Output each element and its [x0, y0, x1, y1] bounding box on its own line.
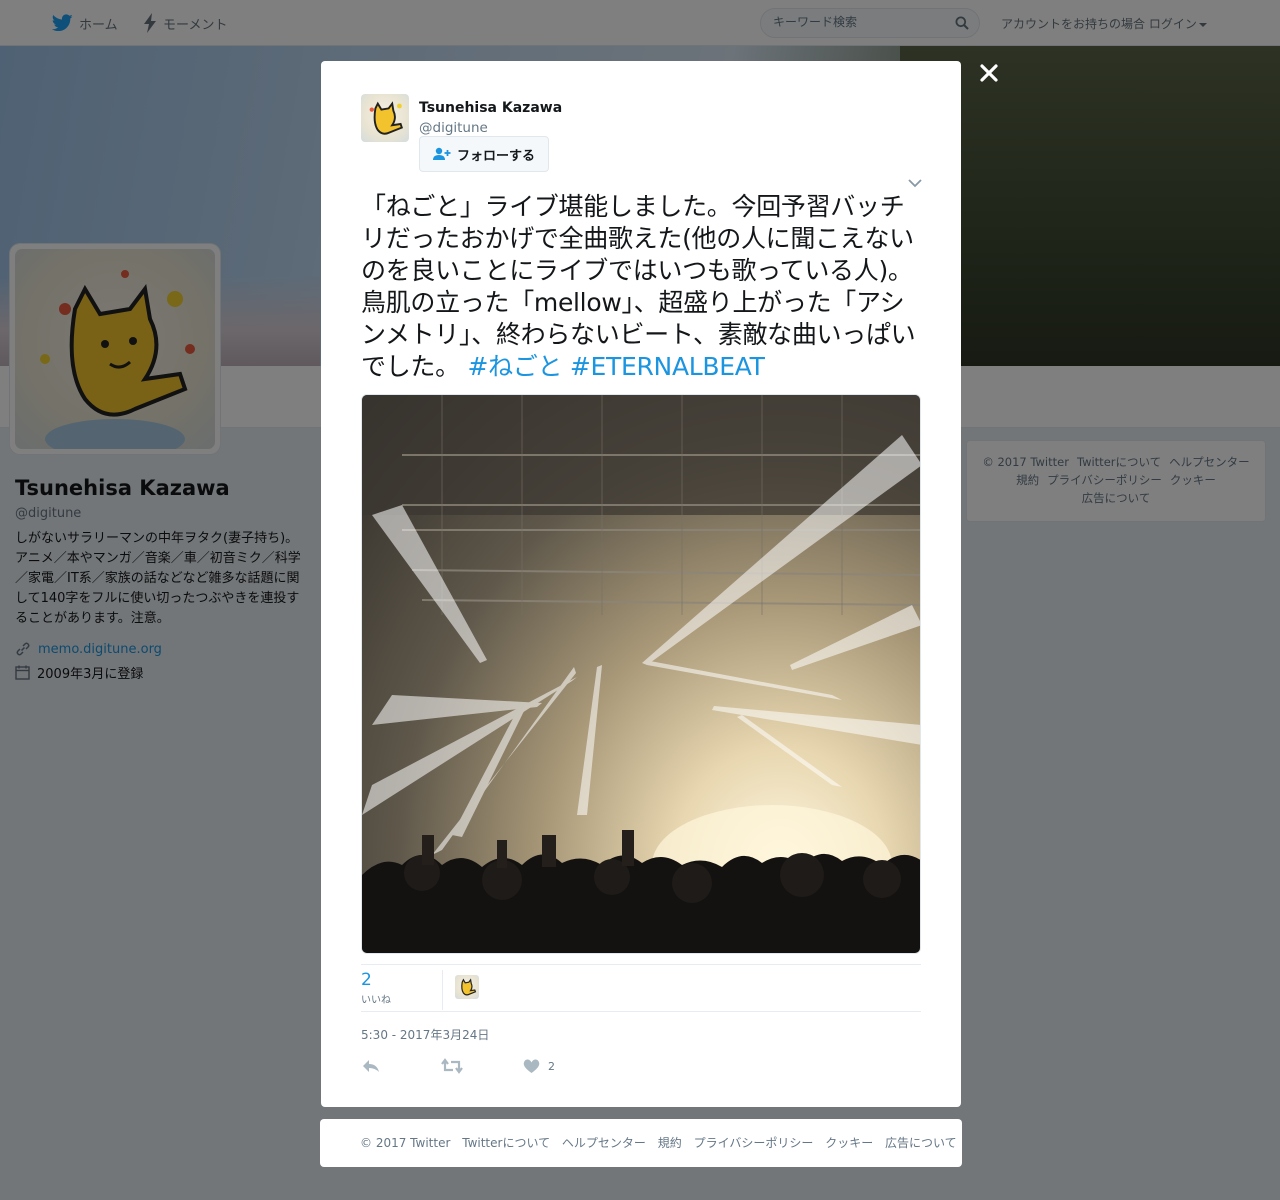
reply-icon — [363, 1060, 379, 1072]
retweet-icon — [441, 1058, 463, 1074]
footer-link[interactable]: クッキー — [825, 1136, 873, 1150]
footer-link[interactable]: プライバシーポリシー — [694, 1136, 814, 1150]
likes-label: いいね — [361, 995, 391, 1006]
like-count: 2 — [548, 1059, 555, 1073]
reply-button[interactable] — [361, 1057, 381, 1075]
footer-link[interactable]: ヘルプセンター — [562, 1136, 646, 1150]
stats-divider — [361, 1011, 921, 1012]
footer-link[interactable]: 広告について — [885, 1136, 957, 1150]
hashtag-link[interactable]: #ETERNALBEAT — [570, 352, 765, 381]
hashtag-link[interactable]: #ねごと — [467, 352, 562, 381]
footer-link[interactable]: 規約 — [658, 1136, 682, 1150]
retweet-button[interactable] — [441, 1057, 463, 1075]
tweet-timestamp[interactable]: 5:30 - 2017年3月24日 — [361, 1026, 489, 1043]
likes-count: 2 — [361, 970, 372, 990]
heart-icon — [523, 1058, 540, 1073]
modal-footer: © 2017 Twitter Twitterについて ヘルプセンター 規約 プラ… — [320, 1119, 962, 1167]
author-name[interactable]: Tsunehisa Kazawa — [419, 100, 562, 116]
liker-avatar[interactable] — [455, 975, 479, 999]
footer-link[interactable]: © 2017 Twitter — [360, 1136, 450, 1150]
add-user-icon — [432, 147, 451, 160]
follow-button[interactable]: フォローする — [419, 136, 549, 172]
stats-divider — [361, 964, 921, 965]
tweet-modal: Tsunehisa Kazawa @digitune フォローする 「ねごと」ラ… — [321, 61, 961, 1107]
author-avatar[interactable] — [361, 94, 409, 142]
likes-stat[interactable]: 2 いいね — [361, 970, 443, 1010]
follow-button-label: フォローする — [456, 148, 535, 164]
tweet-photo[interactable] — [361, 394, 921, 954]
footer-link[interactable]: Twitterについて — [462, 1136, 550, 1150]
tweet-text: 「ねごと」ライブ堪能しました。今回予習バッチリだったおかげで全曲歌えた(他の人に… — [361, 191, 921, 383]
author-handle[interactable]: @digitune — [419, 120, 488, 136]
like-button[interactable]: 2 — [523, 1057, 555, 1075]
chevron-down-icon[interactable] — [906, 176, 924, 190]
close-icon[interactable] — [976, 60, 1002, 86]
